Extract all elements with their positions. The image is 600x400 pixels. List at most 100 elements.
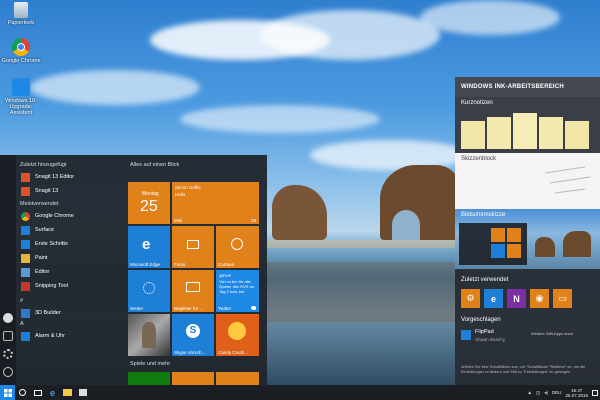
section-a[interactable]: A: [18, 320, 122, 329]
taskbar-explorer[interactable]: [60, 385, 75, 400]
task-view-button[interactable]: [30, 385, 45, 400]
app-item-label: Snagit 13: [35, 188, 59, 194]
app-item-label: 3D Builder: [35, 310, 61, 316]
ink-tip-text: Wählen Sie eine Schaltfläche aus, um "Sc…: [461, 365, 586, 374]
app-item-label: Editor: [35, 269, 50, 275]
surface-icon: [21, 225, 30, 235]
suggested-app-flippad[interactable]: FlipPad Shawn Beachy Weitere Stift-Apps …: [455, 328, 600, 348]
app-item-label: Erste Schritte: [35, 241, 69, 247]
character-image: [142, 322, 156, 348]
chrome-icon: [21, 211, 30, 221]
sticky-notes-preview: [461, 113, 589, 149]
tile-skype-preview[interactable]: S Skype Vorsch...: [172, 314, 214, 356]
desktop-icon-label: Papierkorb: [7, 20, 35, 26]
tile-label: Twitter: [218, 306, 232, 311]
settings-icon[interactable]: [3, 349, 13, 359]
sketchpad-section[interactable]: Skizzenblock: [455, 153, 600, 209]
tile-group-title: Spiele und mehr: [130, 361, 171, 367]
sun-icon: [143, 282, 155, 294]
lightbulb-icon: [21, 239, 30, 249]
tile-weather[interactable]: Wetter: [128, 270, 170, 312]
app-item-label: Snagit 13 Editor: [35, 174, 75, 180]
tile-game-image[interactable]: [128, 314, 170, 356]
desktop-icon-label: Windows 10-Upgrade-Assistent: [5, 98, 37, 116]
desktop-icon-label: Google Chrome: [1, 58, 41, 64]
app-item-3d-builder[interactable]: 3D Builder: [18, 306, 122, 320]
app-item-label: Snipping Tool: [35, 283, 68, 289]
cortana-search-button[interactable]: [15, 385, 30, 400]
tile-label: Candy Crush...: [218, 350, 249, 355]
start-menu: Zuletzt hinzugefügt Snagit 13 Editor Sna…: [0, 155, 267, 391]
tile-label: Microsoft Edge: [130, 262, 161, 267]
app-item-google-chrome[interactable]: Google Chrome: [18, 209, 122, 223]
store-icon: [78, 389, 87, 396]
phone-companion-icon: [186, 282, 200, 292]
windows-ink-workspace: WINDOWS INK-ARBEITSBEREICH Kurznotizen S…: [455, 77, 600, 385]
app-item-snagit-editor[interactable]: Snagit 13 Editor: [18, 170, 122, 184]
windows-upgrade-icon: [12, 78, 30, 96]
power-icon[interactable]: [3, 367, 13, 377]
snagit-icon: [21, 172, 30, 182]
app-item-surface[interactable]: Surface: [18, 223, 122, 237]
task-view-icon: [33, 389, 42, 396]
recently-used-apps: ⚙ e N ◉ ▭: [455, 289, 600, 308]
user-avatar-icon[interactable]: [3, 313, 13, 323]
photos-app-icon[interactable]: ▭: [553, 289, 572, 308]
app-item-snagit[interactable]: Snagit 13: [18, 184, 122, 198]
screen-sketch-section[interactable]: Bildschirmskizze: [455, 209, 600, 269]
tile-label: Mail: [174, 218, 183, 223]
section-hash[interactable]: #: [18, 297, 122, 306]
app-item-label: Paint: [35, 255, 48, 261]
tile-twitter[interactable]: @RVE Viel zu tun für alle Spieler des RV…: [216, 270, 259, 312]
calendar-day: Montag: [142, 191, 159, 197]
cortana-icon: [231, 238, 243, 250]
app-item-paint[interactable]: Paint: [18, 251, 122, 265]
mail-count: 18: [250, 218, 256, 223]
action-center-icon[interactable]: [592, 389, 598, 396]
settings-app-icon[interactable]: ⚙: [461, 289, 480, 308]
taskbar-store[interactable]: [75, 385, 90, 400]
language-indicator[interactable]: DEU: [552, 390, 562, 395]
sketch-scribble: [544, 166, 591, 194]
tile-mail[interactable]: Simon Griffis Hallo Mail 18: [172, 182, 259, 224]
tile-calendar[interactable]: Montag 25: [128, 182, 170, 224]
mail-from: Simon Griffis: [175, 185, 201, 190]
volume-icon[interactable]: ◂): [544, 390, 548, 396]
sticky-notes-section[interactable]: Kurznotizen: [455, 97, 600, 153]
tile-phone-companion[interactable]: Begleiter für ...: [172, 270, 214, 312]
app-item-editor[interactable]: Editor: [18, 265, 122, 279]
skype-icon: S: [186, 324, 200, 338]
suggested-app-name: FlipPad: [475, 329, 494, 335]
desktop-icon-recycle-bin[interactable]: Papierkorb: [0, 2, 42, 26]
snagit-icon: [21, 186, 30, 196]
tray-chevron-icon[interactable]: ▲: [527, 390, 531, 395]
twitter-icon: [251, 306, 256, 310]
tile-photos[interactable]: Fotos: [172, 226, 214, 268]
desktop-icon-upgrade-assistant[interactable]: Windows 10-Upgrade-Assistent: [0, 78, 42, 116]
tile-cortana[interactable]: Cortana: [216, 226, 259, 268]
network-icon[interactable]: ◫: [536, 390, 540, 396]
maps-app-icon[interactable]: ◉: [530, 289, 549, 308]
app-item-snipping-tool[interactable]: Snipping Tool: [18, 279, 122, 293]
app-item-getting-started[interactable]: Erste Schritte: [18, 237, 122, 251]
section-most-used: Meistverwendet: [20, 201, 59, 207]
app-list: Zuletzt hinzugefügt Snagit 13 Editor Sna…: [18, 161, 122, 343]
start-button[interactable]: [0, 385, 15, 400]
clock[interactable]: 16:47 25.07.2016: [565, 388, 588, 398]
photos-icon: [187, 240, 199, 249]
tile-microsoft-edge[interactable]: e Microsoft Edge: [128, 226, 170, 268]
calendar-date: 25: [140, 198, 158, 215]
onenote-app-icon[interactable]: N: [507, 289, 526, 308]
explorer-icon[interactable]: [3, 331, 13, 341]
app-item-alarm-clock[interactable]: Alarm & Uhr: [18, 329, 122, 343]
taskbar-edge[interactable]: e: [45, 385, 60, 400]
twitter-user: @RVE: [219, 273, 232, 278]
desktop-icon-chrome[interactable]: Google Chrome: [0, 38, 42, 64]
tile-label: Wetter: [130, 306, 144, 311]
app-item-label: Surface: [35, 227, 54, 233]
tile-candy-crush[interactable]: Candy Crush...: [216, 314, 259, 356]
edge-app-icon[interactable]: e: [484, 289, 503, 308]
paint-icon: [21, 253, 30, 263]
alarm-clock-icon: [21, 331, 30, 341]
more-pen-apps-link[interactable]: Weitere Stift-Apps anze: [531, 331, 573, 336]
